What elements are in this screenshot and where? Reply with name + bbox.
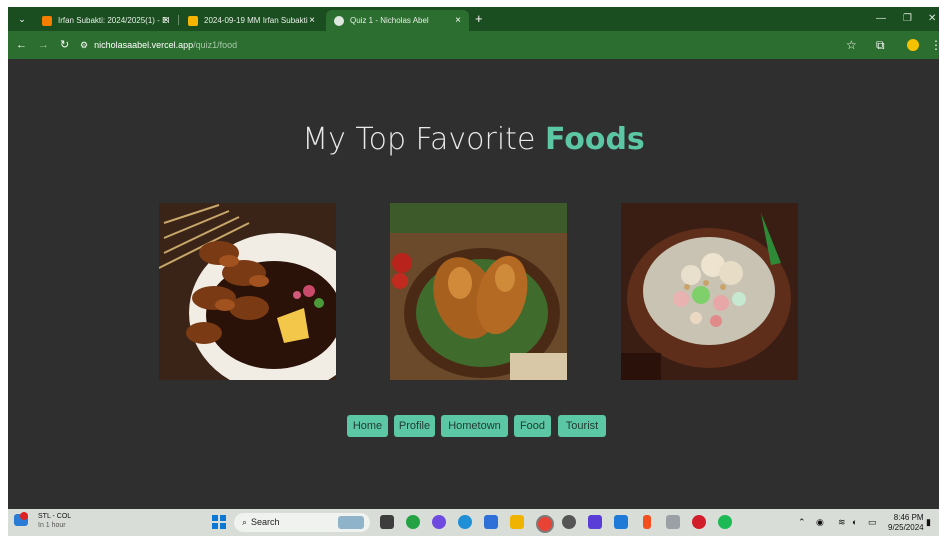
reload-icon[interactable]: ↻ (60, 37, 69, 53)
hometown-button[interactable]: Hometown (441, 415, 508, 437)
figma-icon[interactable] (643, 515, 651, 529)
search-icon: ⌕ (242, 517, 248, 527)
notification-badge (20, 512, 28, 520)
store-icon[interactable] (484, 515, 498, 529)
google-drive-icon (188, 15, 198, 26)
globe-icon (334, 15, 344, 26)
back-icon[interactable]: ← (16, 37, 27, 53)
edge-icon[interactable] (458, 515, 472, 529)
restore-icon[interactable]: ❐ (903, 10, 912, 28)
tab-search-icon[interactable]: ⌄ (14, 11, 30, 27)
close-window-icon[interactable]: ✕ (928, 10, 936, 28)
system-clock[interactable]: 8:46 PM 9/25/2024 (888, 513, 924, 533)
tab-drive-video[interactable]: 2024-09-19 MM Irfan Subakti × (180, 10, 323, 31)
close-tab-icon[interactable]: × (309, 10, 315, 31)
spotify-icon[interactable] (718, 515, 732, 529)
tab-strip: ⌄ Irfan Subakti: 2024/2025(1) - EI × 2024… (8, 7, 939, 31)
github-icon[interactable] (562, 515, 576, 529)
start-button[interactable] (212, 515, 226, 529)
tab-divider (178, 15, 179, 25)
mpv-icon[interactable] (666, 515, 680, 529)
fried-chicken-image (390, 203, 567, 380)
tab-quiz-active[interactable]: Quiz 1 - Nicholas Abel × (326, 10, 469, 31)
blogger-icon (42, 15, 52, 26)
windows-taskbar: STL - COL In 1 hour ⌕ Search ⌃ ◉ ≋ ◐ ▭ 8:… (8, 509, 939, 536)
extensions-icon[interactable]: ⧉ (876, 36, 885, 54)
volume-icon[interactable]: ◐ (852, 514, 857, 530)
tray-overflow-icon[interactable]: ⌃ (798, 514, 806, 530)
wifi-icon[interactable]: ≋ (838, 514, 846, 530)
menu-kebab-icon[interactable]: ⋮ (930, 36, 939, 54)
tourist-button[interactable]: Tourist (558, 415, 606, 437)
site-settings-icon[interactable]: ⚙ (80, 37, 88, 53)
url-field[interactable]: ⚙ nicholasaabel.vercel.app/quiz1/food (80, 37, 840, 53)
dessert-bowl-image (621, 203, 798, 380)
search-highlight-image (338, 516, 364, 529)
bookmark-star-icon[interactable]: ☆ (846, 36, 857, 54)
forward-icon[interactable]: → (38, 37, 49, 53)
close-tab-icon[interactable]: × (163, 10, 169, 31)
chrome-icon[interactable] (536, 515, 554, 533)
page-title: My Top Favorite Foods (302, 122, 645, 157)
vscode-icon[interactable] (614, 515, 628, 529)
windows-logo-icon (212, 515, 218, 521)
taskbar-search[interactable]: ⌕ Search (234, 513, 370, 532)
copilot-icon[interactable] (432, 515, 446, 529)
minimize-icon[interactable]: — (876, 10, 886, 28)
profile-button[interactable]: Profile (394, 415, 435, 437)
satay-image (159, 203, 336, 380)
visual-studio-icon[interactable] (588, 515, 602, 529)
profile-avatar-icon[interactable] (907, 39, 919, 51)
tray-app-icon[interactable]: ◉ (816, 514, 824, 530)
home-button[interactable]: Home (347, 415, 388, 437)
page-viewport: My Top Favorite Foods Home Profile Homet… (8, 59, 939, 509)
close-tab-icon[interactable]: × (455, 10, 461, 31)
battery-icon[interactable]: ▭ (868, 514, 877, 530)
tab-irfan-blog[interactable]: Irfan Subakti: 2024/2025(1) - EI × (34, 10, 177, 31)
whatsapp-icon[interactable] (406, 515, 420, 529)
task-view-icon[interactable] (380, 515, 394, 529)
file-explorer-icon[interactable] (510, 515, 524, 529)
address-bar: ← → ↻ ⚙ nicholasaabel.vercel.app/quiz1/fo… (8, 31, 939, 59)
new-tab-button[interactable]: + (475, 10, 483, 28)
food-button[interactable]: Food (514, 415, 551, 437)
notifications-icon[interactable]: ▮ (926, 514, 931, 530)
opera-icon[interactable] (692, 515, 706, 529)
weather-widget[interactable]: STL - COL In 1 hour (14, 512, 71, 530)
